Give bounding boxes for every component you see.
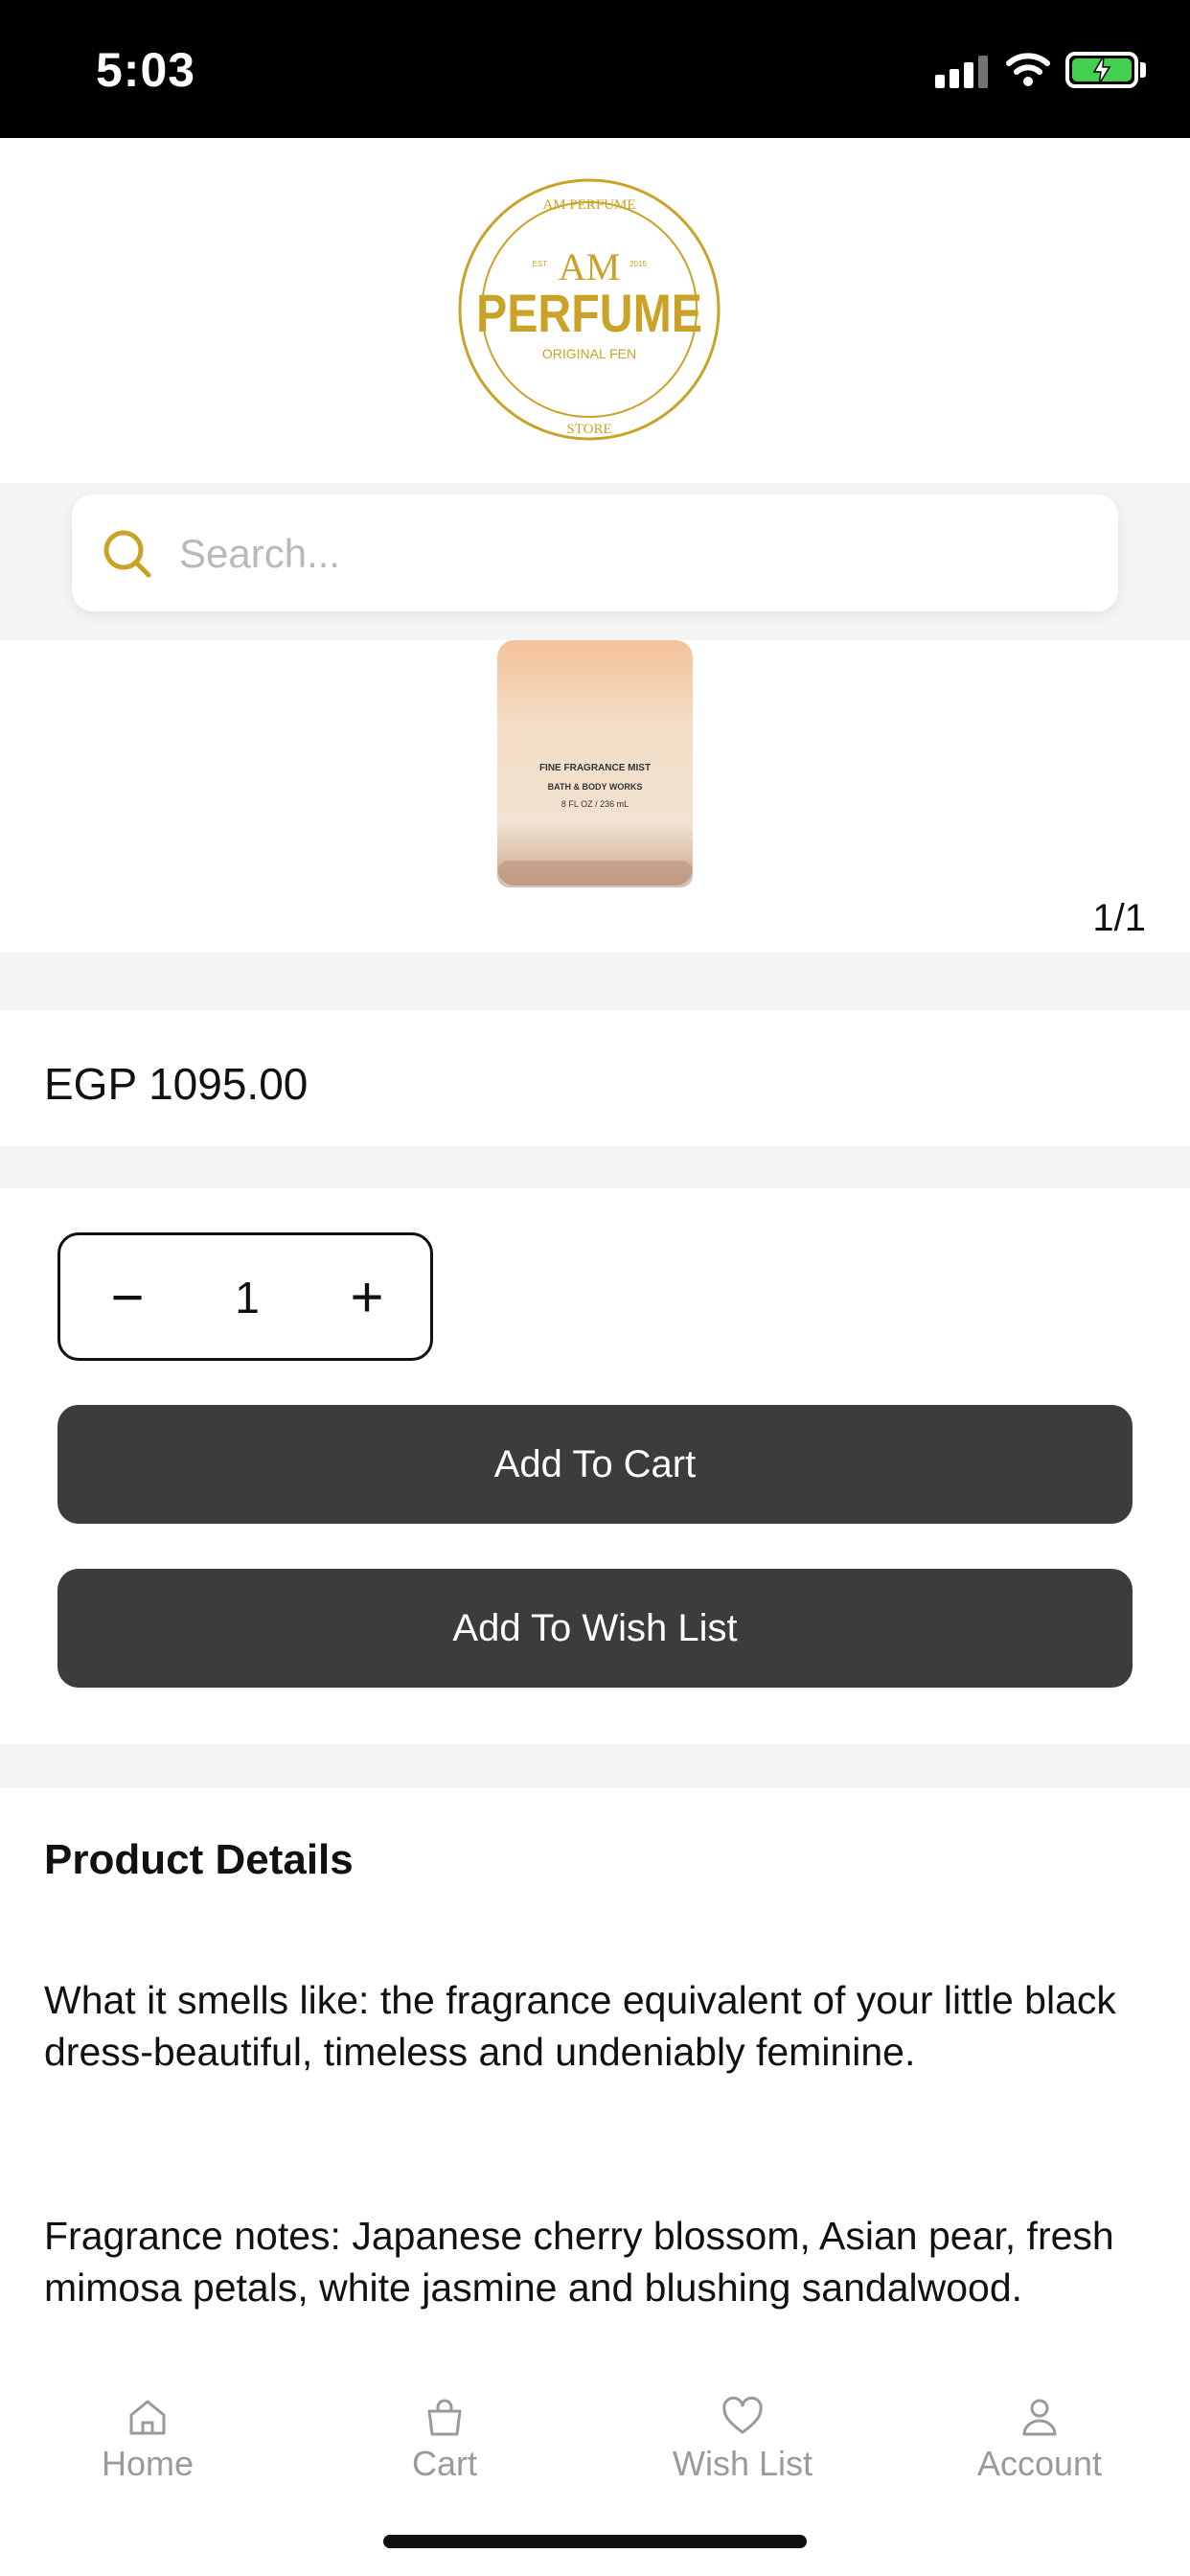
section-divider [0,1744,1190,1788]
section-divider [0,1146,1190,1188]
bottle-label-line2: BATH & BODY WORKS [548,782,643,792]
logo-tagline: ORIGINAL FEN [542,346,636,361]
tab-wishlist[interactable]: Wish List [628,2396,858,2501]
bottle-label-line1: FINE FRAGRANCE MIST [539,763,651,773]
header: AM PERFUME STORE AM EST. 2015 PERFUME OR… [0,138,1190,483]
logo-top-text: AM PERFUME [542,197,635,213]
increase-quantity-button[interactable]: + [338,1264,396,1331]
product-image-carousel[interactable]: FINE FRAGRANCE MIST BATH & BODY WORKS 8 … [0,640,1190,953]
image-pager: 1/1 [1092,897,1146,939]
logo-bottom-text: STORE [566,422,611,437]
heart-icon [722,2396,763,2434]
bottle-label-line3: 8 FL OZ / 236 mL [561,799,629,809]
status-bar: 5:03 [0,0,1190,138]
tab-account-label: Account [976,2444,1103,2483]
section-divider [0,953,1190,1010]
tab-home-label: Home [101,2444,195,2483]
wifi-icon [1006,53,1050,86]
quantity-stepper: − 1 + [57,1232,433,1361]
tab-account[interactable]: Account [925,2396,1155,2501]
home-icon [129,2400,166,2435]
tab-cart-label: Cart [411,2444,477,2483]
add-to-wishlist-button[interactable]: Add To Wish List [57,1569,1133,1688]
status-time: 5:03 [96,43,196,97]
battery-tip [1140,62,1146,78]
tab-wishlist-label: Wish List [672,2444,813,2483]
details-title: Product Details [44,1836,354,1883]
home-indicator[interactable] [383,2535,807,2548]
logo-est: EST. [533,260,549,268]
price-section: EGP 1095.00 [0,1010,1190,1146]
search-input[interactable]: Search... [72,494,1118,611]
actions-section: − 1 + Add To Cart Add To Wish List [0,1188,1190,1744]
details-description: What it smells like: the fragrance equiv… [44,1978,1116,2074]
search-icon [103,530,151,578]
decrease-quantity-button[interactable]: − [99,1264,156,1331]
logo-year: 2015 [629,260,647,268]
logo-name: PERFUME [476,283,702,343]
product-price: EGP 1095.00 [44,1059,309,1109]
product-image: FINE FRAGRANCE MIST BATH & BODY WORKS 8 … [494,640,696,895]
search-placeholder: Search... [179,531,341,576]
bag-icon [427,2399,462,2436]
tab-cart[interactable]: Cart [330,2396,560,2501]
person-icon [1022,2399,1057,2436]
product-details: Product Details What it smells like: the… [0,1788,1190,2402]
tab-home[interactable]: Home [33,2396,263,2501]
battery-icon [1065,52,1138,88]
cellular-signal-icon [935,54,991,88]
add-to-cart-button[interactable]: Add To Cart [57,1405,1133,1524]
quantity-value: 1 [235,1273,260,1322]
details-fragrance-notes: Fragrance notes: Japanese cherry blossom… [44,2214,1114,2310]
brand-logo[interactable]: AM PERFUME STORE AM EST. 2015 PERFUME OR… [456,176,722,443]
